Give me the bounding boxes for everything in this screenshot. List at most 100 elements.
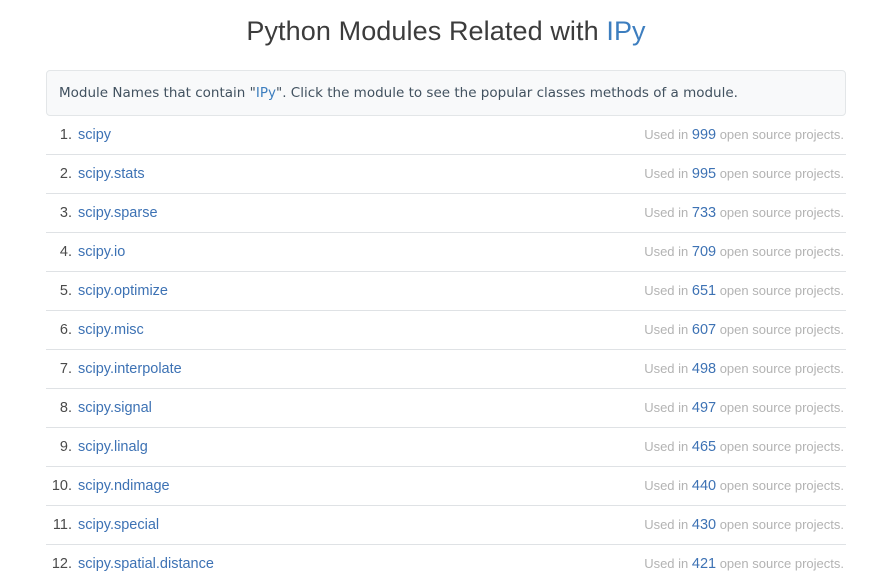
module-row-index: 3. — [50, 204, 72, 222]
module-link[interactable]: scipy.special — [78, 516, 159, 534]
module-link[interactable]: scipy.spatial.distance — [78, 555, 214, 573]
module-row-left: 5. scipy.optimize — [50, 282, 168, 300]
module-list: 1. scipy Used in 999 open source projects.… — [46, 116, 846, 575]
page-title: Python Modules Related with IPy — [0, 0, 892, 48]
module-link[interactable]: scipy.signal — [78, 399, 152, 417]
module-row[interactable]: 12. scipy.spatial.distance Used in 421 ope… — [46, 545, 846, 575]
module-row-index: 7. — [50, 360, 72, 378]
usage-suffix: open source projects. — [716, 478, 844, 493]
usage-suffix: open source projects. — [716, 127, 844, 142]
module-link[interactable]: scipy.sparse — [78, 204, 158, 222]
usage-suffix: open source projects. — [716, 244, 844, 259]
usage-prefix: Used in — [644, 439, 692, 454]
module-usage-text: Used in 607 open source projects. — [644, 321, 844, 339]
module-row-index: 2. — [50, 165, 72, 183]
module-link[interactable]: scipy — [78, 126, 111, 144]
module-link[interactable]: scipy.interpolate — [78, 360, 182, 378]
usage-prefix: Used in — [644, 205, 692, 220]
usage-prefix: Used in — [644, 478, 692, 493]
module-usage-text: Used in 421 open source projects. — [644, 555, 844, 573]
module-usage-text: Used in 465 open source projects. — [644, 438, 844, 456]
module-row-index: 1. — [50, 126, 72, 144]
module-row-index: 12. — [50, 555, 72, 573]
module-row-left: 1. scipy — [50, 126, 111, 144]
module-row[interactable]: 8. scipy.signal Used in 497 open source pr… — [46, 389, 846, 428]
usage-suffix: open source projects. — [716, 439, 844, 454]
module-row[interactable]: 5. scipy.optimize Used in 651 open source … — [46, 272, 846, 311]
module-row[interactable]: 2. scipy.stats Used in 995 open source pro… — [46, 155, 846, 194]
usage-prefix: Used in — [644, 556, 692, 571]
usage-suffix: open source projects. — [716, 283, 844, 298]
usage-count: 995 — [692, 166, 716, 182]
page-root: Python Modules Related with IPy Module N… — [0, 0, 892, 575]
content-container: Module Names that contain "IPy". Click t… — [30, 70, 862, 575]
module-row-left: 3. scipy.sparse — [50, 204, 158, 222]
module-row-left: 8. scipy.signal — [50, 399, 152, 417]
module-link[interactable]: scipy.ndimage — [78, 477, 170, 495]
module-row-left: 4. scipy.io — [50, 243, 125, 261]
module-row-index: 5. — [50, 282, 72, 300]
info-text-highlight: IPy — [256, 85, 276, 101]
usage-count: 733 — [692, 205, 716, 221]
usage-count: 465 — [692, 439, 716, 455]
usage-prefix: Used in — [644, 361, 692, 376]
usage-prefix: Used in — [644, 400, 692, 415]
module-row[interactable]: 4. scipy.io Used in 709 open source projec… — [46, 233, 846, 272]
module-link[interactable]: scipy.linalg — [78, 438, 148, 456]
module-usage-text: Used in 995 open source projects. — [644, 165, 844, 183]
module-row-left: 9. scipy.linalg — [50, 438, 148, 456]
module-usage-text: Used in 440 open source projects. — [644, 477, 844, 495]
info-text-before: Module Names that contain " — [59, 85, 256, 101]
module-row-index: 11. — [50, 516, 72, 534]
module-row[interactable]: 10. scipy.ndimage Used in 440 open source … — [46, 467, 846, 506]
module-link[interactable]: scipy.misc — [78, 321, 144, 339]
module-usage-text: Used in 709 open source projects. — [644, 243, 844, 261]
module-usage-text: Used in 733 open source projects. — [644, 204, 844, 222]
module-row-index: 6. — [50, 321, 72, 339]
module-row[interactable]: 11. scipy.special Used in 430 open source … — [46, 506, 846, 545]
module-row-left: 12. scipy.spatial.distance — [50, 555, 214, 573]
module-link[interactable]: scipy.optimize — [78, 282, 168, 300]
usage-suffix: open source projects. — [716, 517, 844, 532]
page-title-prefix: Python Modules Related with — [246, 16, 606, 46]
usage-count: 999 — [692, 127, 716, 143]
module-row-index: 4. — [50, 243, 72, 261]
module-row-index: 10. — [50, 477, 72, 495]
usage-prefix: Used in — [644, 127, 692, 142]
usage-suffix: open source projects. — [716, 361, 844, 376]
module-row-index: 8. — [50, 399, 72, 417]
usage-count: 430 — [692, 517, 716, 533]
usage-prefix: Used in — [644, 283, 692, 298]
usage-suffix: open source projects. — [716, 166, 844, 181]
usage-count: 497 — [692, 400, 716, 416]
module-usage-text: Used in 651 open source projects. — [644, 282, 844, 300]
usage-suffix: open source projects. — [716, 322, 844, 337]
info-text-after: ". Click the module to see the popular c… — [276, 85, 738, 101]
usage-suffix: open source projects. — [716, 400, 844, 415]
module-usage-text: Used in 498 open source projects. — [644, 360, 844, 378]
module-usage-text: Used in 430 open source projects. — [644, 516, 844, 534]
page-title-highlight: IPy — [606, 16, 645, 46]
module-row-left: 6. scipy.misc — [50, 321, 144, 339]
module-row[interactable]: 1. scipy Used in 999 open source projects. — [46, 116, 846, 155]
module-row[interactable]: 7. scipy.interpolate Used in 498 open sour… — [46, 350, 846, 389]
module-link[interactable]: scipy.stats — [78, 165, 145, 183]
usage-prefix: Used in — [644, 517, 692, 532]
info-banner: Module Names that contain "IPy". Click t… — [46, 70, 846, 116]
usage-prefix: Used in — [644, 322, 692, 337]
usage-count: 421 — [692, 556, 716, 572]
module-row[interactable]: 3. scipy.sparse Used in 733 open source pr… — [46, 194, 846, 233]
module-row[interactable]: 9. scipy.linalg Used in 465 open source pr… — [46, 428, 846, 467]
usage-suffix: open source projects. — [716, 556, 844, 571]
module-link[interactable]: scipy.io — [78, 243, 125, 261]
usage-count: 440 — [692, 478, 716, 494]
module-row[interactable]: 6. scipy.misc Used in 607 open source proj… — [46, 311, 846, 350]
usage-suffix: open source projects. — [716, 205, 844, 220]
usage-prefix: Used in — [644, 166, 692, 181]
usage-count: 709 — [692, 244, 716, 260]
module-row-index: 9. — [50, 438, 72, 456]
module-row-left: 10. scipy.ndimage — [50, 477, 170, 495]
usage-prefix: Used in — [644, 244, 692, 259]
usage-count: 498 — [692, 361, 716, 377]
module-usage-text: Used in 999 open source projects. — [644, 126, 844, 144]
